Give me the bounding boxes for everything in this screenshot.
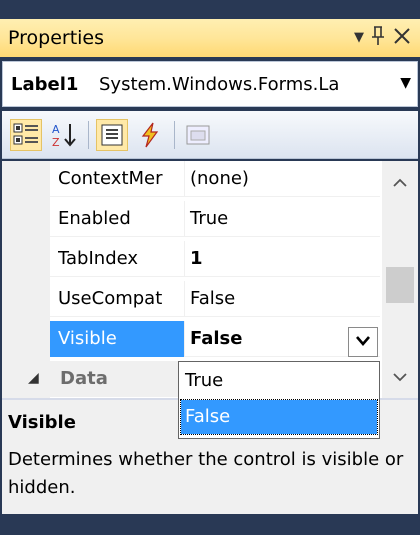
events-icon[interactable]: [134, 119, 166, 151]
title-bar[interactable]: Properties ▼: [0, 19, 420, 57]
object-name: Label1: [11, 74, 79, 95]
column-divider: [184, 201, 185, 237]
properties-icon[interactable]: [96, 119, 128, 151]
categorized-icon[interactable]: [10, 119, 42, 151]
property-row-contextmenu[interactable]: ContextMer (none): [50, 161, 380, 197]
value-dropdown-button[interactable]: [348, 327, 378, 357]
property-name: Enabled: [58, 208, 131, 229]
property-value[interactable]: True: [190, 208, 228, 229]
close-icon[interactable]: [392, 25, 412, 52]
value-dropdown-list[interactable]: True False: [178, 361, 380, 439]
chevron-down-icon[interactable]: ▼: [400, 75, 411, 91]
property-row-enabled[interactable]: Enabled True: [50, 201, 380, 237]
column-divider: [184, 321, 185, 357]
category-label: Data: [60, 368, 108, 389]
object-type: System.Windows.Forms.La: [99, 74, 340, 95]
dropdown-option-false[interactable]: False: [180, 399, 378, 435]
scroll-down-icon[interactable]: [392, 367, 408, 386]
property-name: TabIndex: [58, 248, 139, 269]
property-row-visible[interactable]: Visible False: [50, 321, 380, 357]
property-row-usecompat[interactable]: UseCompat False: [50, 281, 380, 317]
collapse-triangle-icon[interactable]: ◢: [28, 370, 39, 386]
property-value[interactable]: 1: [190, 248, 203, 269]
dropdown-option-true[interactable]: True: [181, 364, 377, 398]
property-value[interactable]: (none): [190, 168, 249, 189]
property-row-tabindex[interactable]: TabIndex 1: [50, 241, 380, 277]
description-text: Determines whether the control is visibl…: [8, 449, 404, 498]
property-pages-icon[interactable]: [182, 119, 214, 151]
column-divider: [184, 281, 185, 317]
vertical-scrollbar[interactable]: [382, 161, 418, 398]
chevron-down-icon: [356, 336, 370, 346]
toolbar-separator: [88, 121, 89, 149]
window-title: Properties: [8, 27, 105, 49]
properties-window: Properties ▼ Label1 System.Windows.Forms…: [0, 0, 420, 535]
property-name: UseCompat: [58, 288, 163, 309]
svg-text:A: A: [52, 123, 60, 136]
column-divider: [184, 161, 185, 197]
toolbar: A Z: [2, 111, 418, 159]
description-title: Visible: [8, 412, 76, 433]
object-selector[interactable]: Label1 System.Windows.Forms.La ▼: [2, 61, 418, 107]
pin-icon[interactable]: [370, 25, 386, 52]
alphabetical-icon[interactable]: A Z: [48, 119, 80, 151]
property-value[interactable]: False: [190, 288, 235, 309]
column-divider: [184, 241, 185, 277]
scroll-up-icon[interactable]: [392, 173, 408, 192]
property-name: ContextMer: [58, 168, 163, 189]
toolbar-separator: [174, 121, 175, 149]
scrollbar-thumb[interactable]: [386, 267, 414, 303]
svg-text:Z: Z: [52, 136, 60, 149]
window-position-dropdown-icon[interactable]: ▼: [354, 30, 364, 45]
property-value[interactable]: False: [190, 328, 242, 349]
property-name: Visible: [58, 328, 117, 349]
